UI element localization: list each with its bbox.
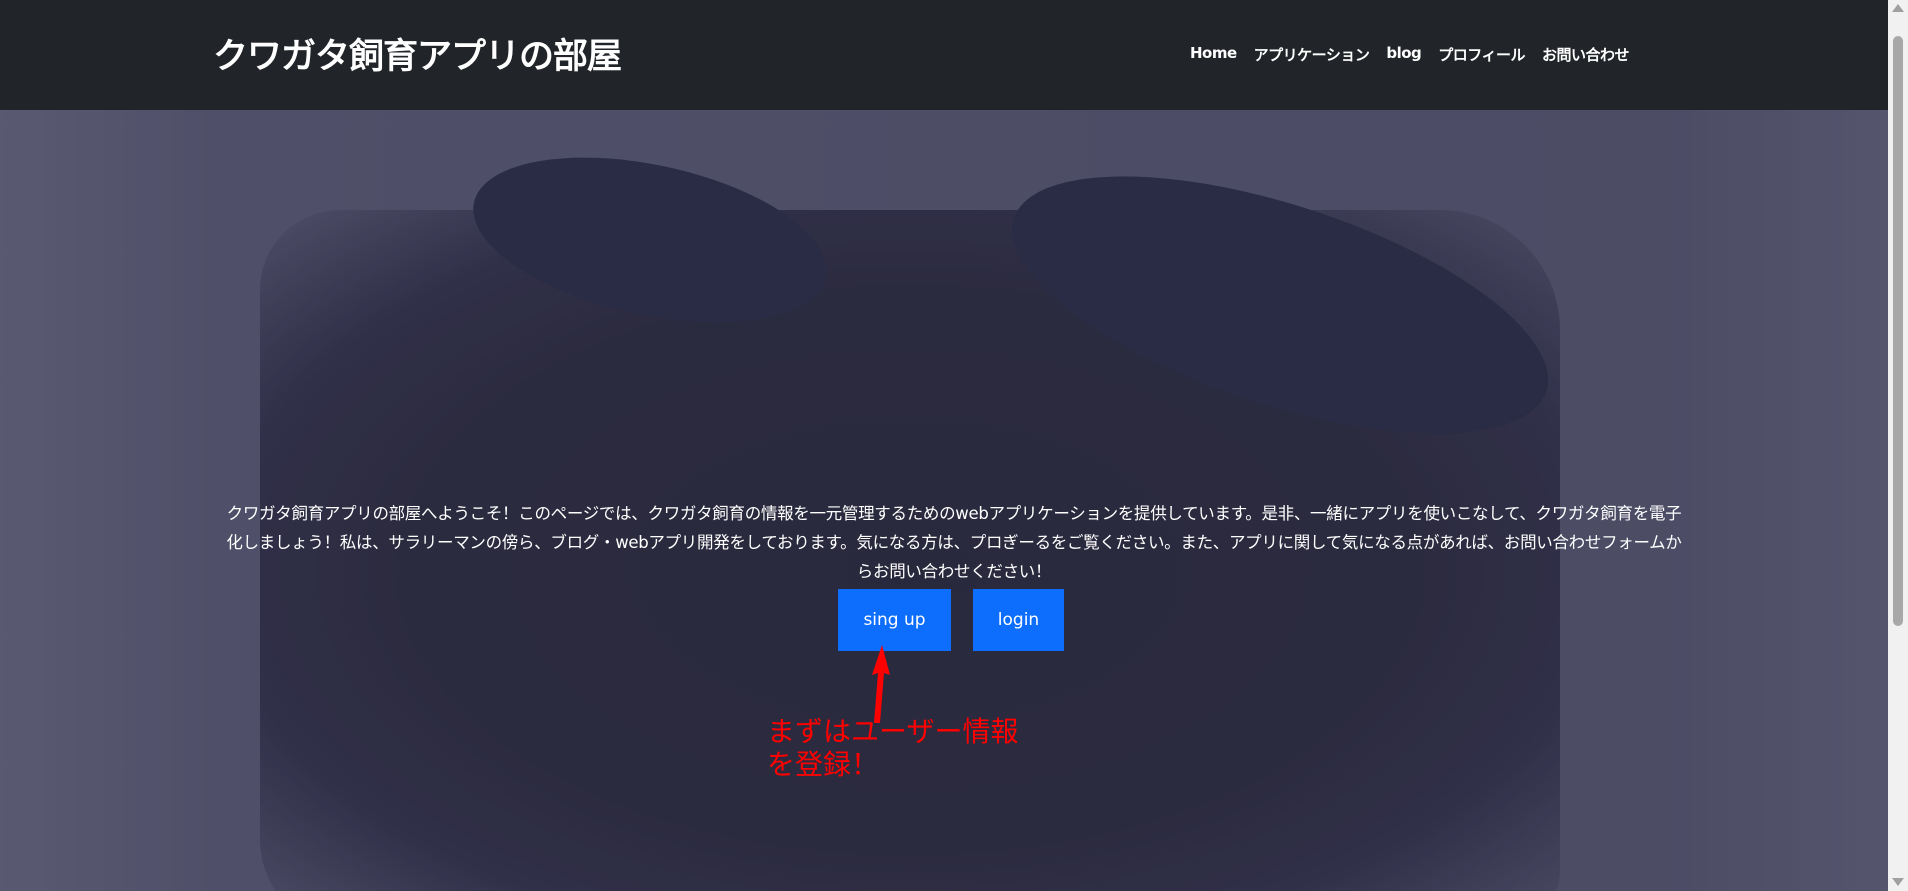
hero-section: クワガタ飼育アプリの部屋へようこそ！このページでは、クワガタ飼育の情報を一元管理… <box>0 110 1888 891</box>
intro-text: クワガタ飼育アプリの部屋へようこそ！このページでは、クワガタ飼育の情報を一元管理… <box>226 503 1682 581</box>
page: クワガタ飼育アプリの部屋 Home アプリケーション blog プロフィール お… <box>0 0 1888 891</box>
scrollbar-thumb[interactable] <box>1893 36 1903 626</box>
nav-contact[interactable]: お問い合わせ <box>1542 44 1630 65</box>
scroll-up-icon[interactable] <box>1892 4 1904 12</box>
signup-button[interactable]: sing up <box>838 589 951 651</box>
nav-profile[interactable]: プロフィール <box>1438 44 1525 65</box>
nav-blog[interactable]: blog <box>1386 44 1421 65</box>
annotation-arrow-icon <box>872 645 890 723</box>
annotation-text: まずはユーザー情報 を登録！ <box>767 715 1019 781</box>
site-title[interactable]: クワガタ飼育アプリの部屋 <box>213 28 622 79</box>
scroll-down-icon[interactable] <box>1892 878 1904 886</box>
nav-applications[interactable]: アプリケーション <box>1254 44 1370 65</box>
site-header: クワガタ飼育アプリの部屋 Home アプリケーション blog プロフィール お… <box>0 0 1888 110</box>
main-nav: Home アプリケーション blog プロフィール お問い合わせ <box>1190 44 1630 65</box>
nav-home[interactable]: Home <box>1190 44 1237 65</box>
vertical-scrollbar[interactable] <box>1888 0 1908 891</box>
login-button[interactable]: login <box>973 589 1064 651</box>
